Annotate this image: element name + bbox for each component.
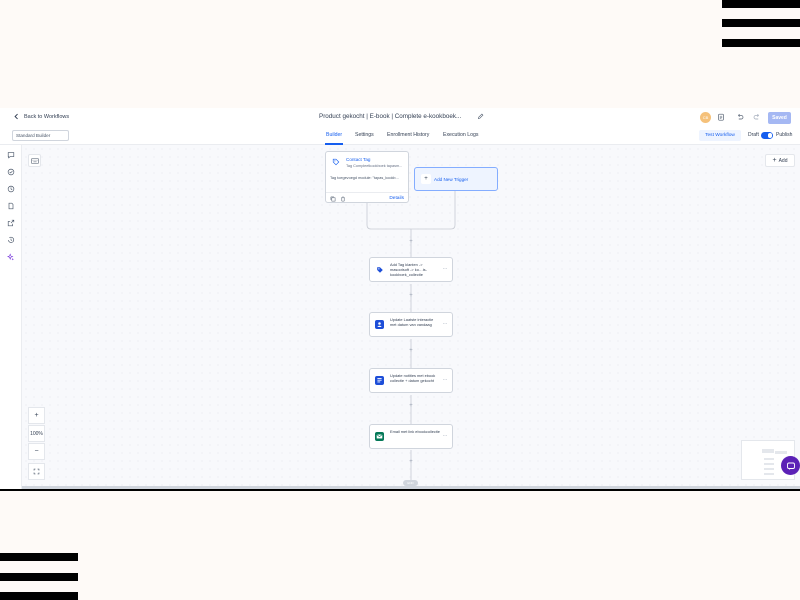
keyboard-shortcuts-button[interactable]: [28, 154, 41, 167]
action-label: Add Tag klanten -> masootsoft -> ko…is-k…: [390, 262, 427, 277]
more-options-icon[interactable]: ···: [443, 433, 448, 439]
trash-icon[interactable]: [340, 196, 346, 202]
screen-divider: [0, 489, 800, 491]
help-chat-button[interactable]: [781, 456, 800, 475]
history-icon[interactable]: [7, 236, 15, 244]
action-label: Email met link ebookcollectie: [390, 429, 440, 434]
plus-icon: +: [772, 157, 777, 164]
add-step-plus[interactable]: +: [408, 239, 414, 245]
action-card-update-contact[interactable]: Update Laatste interactie met datum van …: [369, 312, 453, 337]
action-card-update-notes[interactable]: Update notities met ebook collectie + da…: [369, 368, 453, 393]
left-sidebar: [0, 145, 22, 490]
decorative-bar: [0, 592, 78, 600]
email-icon: [375, 432, 384, 441]
fullscreen-icon: [33, 468, 40, 475]
add-new-trigger-button[interactable]: + Add New Trigger: [414, 167, 498, 191]
minimap-node: [764, 463, 774, 465]
workflow-header: Back to Workflows Product gekocht | E-bo…: [0, 108, 800, 128]
user-icon: [375, 320, 384, 329]
action-label: Update Laatste interactie met datum van …: [390, 317, 434, 327]
more-options-icon[interactable]: ···: [443, 266, 448, 272]
add-trigger-label: Add New Trigger: [434, 177, 469, 182]
minimap-node: [764, 473, 774, 475]
undo-icon[interactable]: [736, 113, 744, 121]
sparkle-icon[interactable]: [7, 253, 15, 261]
redo-icon[interactable]: [753, 113, 761, 121]
add-step-plus[interactable]: +: [408, 293, 414, 299]
more-options-icon[interactable]: ···: [443, 377, 448, 383]
document-icon[interactable]: [7, 202, 15, 210]
decorative-bar: [722, 19, 800, 27]
trigger-details-link[interactable]: Details: [389, 196, 404, 201]
clipboard-icon[interactable]: [717, 113, 725, 121]
minus-icon: −: [34, 448, 39, 455]
add-button-label: Add: [778, 157, 788, 164]
decorative-bar: [722, 0, 800, 8]
plus-icon: +: [34, 412, 39, 419]
trigger-subtitle: Tag Compleetkookboek tapasm...: [346, 164, 403, 168]
tag-icon: [375, 265, 384, 274]
back-link-label: Back to Workflows: [24, 113, 70, 120]
test-workflow-button[interactable]: Test Workflow: [699, 130, 741, 141]
avatar[interactable]: CB: [700, 112, 711, 123]
chat-icon[interactable]: [7, 151, 15, 159]
tab-builder[interactable]: Builder: [326, 132, 342, 138]
add-button[interactable]: + Add: [765, 154, 795, 167]
chevron-left-icon: [14, 113, 18, 120]
decorative-bar: [722, 39, 800, 47]
publish-toggle[interactable]: [761, 132, 773, 139]
tab-bar: Standard Builder Builder Settings Enroll…: [0, 128, 800, 145]
minimap-node: [764, 468, 774, 470]
copy-icon[interactable]: [330, 196, 336, 202]
action-label: Update notities met ebook collectie + da…: [390, 373, 436, 383]
trigger-description: Tag toegevoegd module: "tapas_kookb...: [330, 176, 399, 180]
zoom-in-button[interactable]: +: [28, 407, 45, 424]
check-circle-icon[interactable]: [7, 168, 15, 176]
add-step-plus[interactable]: +: [408, 459, 414, 465]
keyboard-icon: [30, 157, 39, 164]
minimap-node: [764, 458, 774, 460]
note-icon: [375, 376, 384, 385]
fit-view-button[interactable]: [28, 463, 45, 480]
zoom-out-button[interactable]: −: [28, 443, 45, 460]
clock-icon[interactable]: [7, 185, 15, 193]
draft-label: Draft: [748, 132, 759, 138]
decorative-bar: [0, 573, 78, 581]
action-card-email[interactable]: Email met link ebookcollectie ···: [369, 424, 453, 449]
minimap-node: [775, 451, 787, 454]
trigger-divider: [326, 192, 408, 193]
more-options-icon[interactable]: ···: [443, 321, 448, 327]
zoom-level: 100%: [28, 425, 45, 442]
external-link-icon[interactable]: [7, 219, 15, 227]
trigger-title: Contact Tag: [346, 157, 371, 162]
workflow-title[interactable]: Product gekocht | E-book | Complete e-ko…: [319, 113, 461, 120]
trigger-card[interactable]: Contact Tag Tag Compleetkookboek tapasm.…: [325, 151, 409, 203]
publish-label: Publish: [776, 132, 793, 138]
tag-icon: [332, 158, 340, 166]
decorative-bar: [0, 553, 78, 561]
pencil-icon[interactable]: [477, 113, 484, 120]
plus-icon: +: [421, 174, 431, 184]
chat-bubble-icon: [786, 462, 795, 470]
back-to-workflows-link[interactable]: Back to Workflows: [13, 113, 69, 120]
saved-button[interactable]: Saved: [768, 112, 791, 124]
tab-settings[interactable]: Settings: [355, 132, 374, 138]
add-step-plus[interactable]: +: [408, 348, 414, 354]
add-step-plus[interactable]: +: [408, 403, 414, 409]
action-card-add-tag[interactable]: Add Tag klanten -> masootsoft -> ko…is-k…: [369, 257, 453, 282]
builder-type-select[interactable]: Standard Builder: [12, 130, 69, 141]
tab-execution-logs[interactable]: Execution Logs: [443, 132, 478, 138]
tab-enrollment-history[interactable]: Enrollment History: [387, 132, 429, 138]
minimap-node: [762, 449, 774, 453]
